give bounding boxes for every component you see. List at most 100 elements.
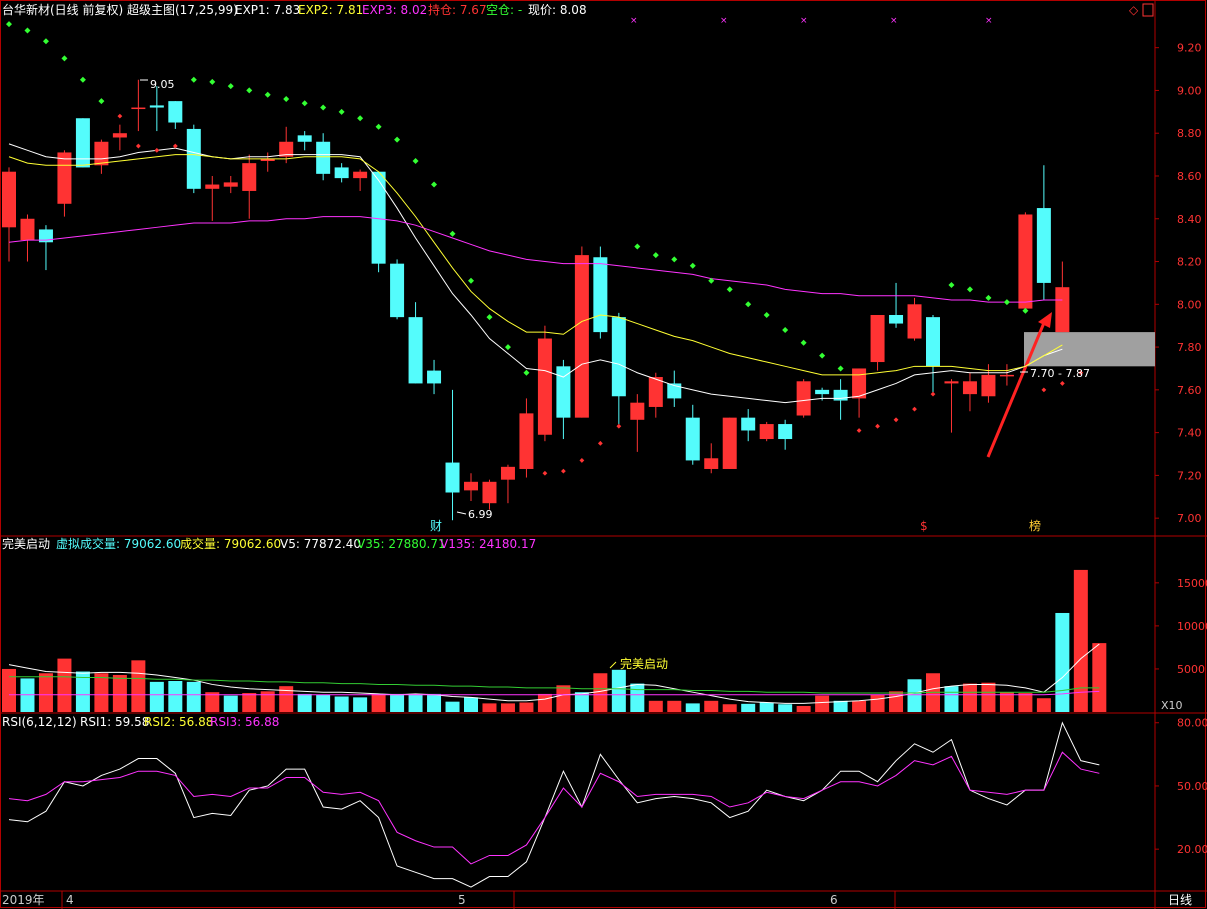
- volume-bar-7: [131, 660, 146, 712]
- sar-dot-11: [209, 78, 216, 85]
- vol-tick-5000: 5000: [1177, 663, 1205, 676]
- price-tick-7.40: 7.40: [1177, 427, 1202, 440]
- candle-body-8: [149, 105, 164, 108]
- sar-dot-28: [523, 369, 530, 376]
- vol-header-name: 完美启动: [2, 536, 50, 551]
- sar-dot-18: [338, 108, 345, 115]
- price-tick-9.20: 9.20: [1177, 42, 1202, 55]
- volume-bar-39: [722, 704, 737, 712]
- price-tick-7.20: 7.20: [1177, 469, 1202, 482]
- window-icon[interactable]: [1142, 3, 1154, 17]
- signal-mark-3: ×: [890, 16, 898, 26]
- sar-dot-7: [135, 143, 141, 149]
- sar-dot-51: [948, 282, 955, 289]
- candle-body-41: [759, 424, 774, 440]
- sar-dot-49: [912, 406, 917, 412]
- candle-body-55: [1018, 214, 1033, 309]
- sar-dot-23: [431, 181, 438, 188]
- candle-body-22: [408, 317, 423, 384]
- marker-cai: 财: [430, 519, 442, 533]
- sar-dot-45: [837, 365, 844, 372]
- vol-tick-15000: 15000: [1177, 577, 1207, 590]
- volume-bar-34: [630, 683, 645, 712]
- candle-body-25: [464, 481, 478, 491]
- sar-dot-29: [542, 470, 548, 476]
- candle-body-6: [112, 133, 127, 138]
- header-price: 现价: 8.08: [528, 3, 587, 17]
- volume-bar-13: [242, 693, 257, 712]
- sar-dot-54: [1003, 299, 1010, 306]
- sar-dot-12: [227, 83, 234, 90]
- sar-dot-6: [117, 113, 123, 119]
- sar-dot-44: [819, 352, 826, 359]
- candle-body-12: [223, 182, 238, 187]
- rsi-header-rsi1: RSI1: 59.58: [80, 715, 149, 729]
- candle-body-51: [944, 381, 959, 384]
- candle-body-53: [981, 374, 996, 397]
- sar-dot-17: [320, 104, 327, 111]
- footer-month-6: 6: [830, 893, 838, 907]
- volume-bar-5: [94, 673, 109, 712]
- candle-body-46: [852, 368, 867, 399]
- sar-dot-43: [800, 339, 807, 346]
- volume-bar-16: [297, 693, 312, 712]
- volume-bar-33: [611, 669, 626, 712]
- sar-dot-52: [966, 286, 973, 293]
- sar-dot-37: [689, 262, 696, 269]
- rsi-tick-50: 50.00: [1177, 780, 1207, 793]
- candle-body-27: [500, 466, 515, 480]
- signal-mark-0: ×: [630, 16, 638, 26]
- volume-bar-36: [667, 700, 682, 712]
- candle-body-16: [297, 135, 312, 142]
- signal-mark-1: ×: [720, 16, 728, 26]
- footer-month-5: 5: [458, 893, 466, 907]
- volume-bar-2: [38, 673, 53, 712]
- volume-bar-19: [353, 697, 368, 712]
- sar-dot-8: [154, 147, 160, 153]
- candle-body-48: [889, 314, 904, 324]
- candle-body-37: [685, 417, 700, 461]
- sar-dot-27: [504, 344, 511, 351]
- footer-year: 2019年: [2, 893, 45, 907]
- diamond-icon[interactable]: ◇: [1129, 3, 1139, 17]
- rsi-line-0: [8, 721, 1100, 888]
- sar-dot-32: [597, 440, 603, 446]
- footer-period: 日线: [1168, 893, 1192, 907]
- price-tick-8.40: 8.40: [1177, 213, 1202, 226]
- volume-bar-17: [316, 694, 331, 712]
- vol-header-v135: V135: 24180.17: [440, 537, 536, 551]
- stock-chart[interactable]: × × × × × 7.00 7.20 7.40 7.60 7.80 8.00 8.20 8.40 8.…: [0, 0, 1207, 909]
- volume-bar-30: [556, 685, 571, 712]
- sar-dot-47: [875, 423, 880, 429]
- vol-note-pointer: [609, 661, 617, 669]
- sar-dot-4: [79, 76, 86, 83]
- sar-dot-39: [726, 286, 733, 293]
- candle-body-17: [316, 141, 331, 174]
- sar-dot-22: [412, 158, 419, 165]
- candle-body-19: [353, 171, 368, 179]
- rsi-header-name: RSI(6,12,12): [2, 715, 77, 729]
- candle-body-40: [741, 417, 756, 431]
- volume-bar-25: [464, 697, 478, 712]
- sar-dot-34: [634, 243, 641, 250]
- volume-bar-56: [1036, 698, 1051, 712]
- volume-bar-22: [408, 693, 423, 712]
- vol-tick-10000: 10000: [1177, 620, 1207, 633]
- header-empty: 空仓: -: [486, 3, 522, 17]
- header-stock: 台华新材(日线 前复权) 超级主图(17,25,99): [2, 2, 238, 17]
- volume-bars[interactable]: [2, 569, 1107, 712]
- header-exp3: EXP3: 8.02: [362, 3, 427, 17]
- volume-bar-44: [815, 695, 830, 712]
- volume-bar-28: [519, 702, 534, 712]
- sar-dot-14: [264, 91, 271, 98]
- candle-body-49: [907, 304, 922, 339]
- ma-line-0: [8, 143, 1063, 404]
- sar-dot-35: [652, 252, 659, 259]
- volume-bar-45: [833, 700, 848, 712]
- outer-frame: [0, 0, 1206, 908]
- candle-body-3: [57, 152, 72, 204]
- volume-bar-20: [371, 693, 386, 712]
- candle-body-0: [2, 171, 16, 228]
- candle-body-54: [999, 374, 1014, 377]
- candle-body-1: [20, 218, 35, 241]
